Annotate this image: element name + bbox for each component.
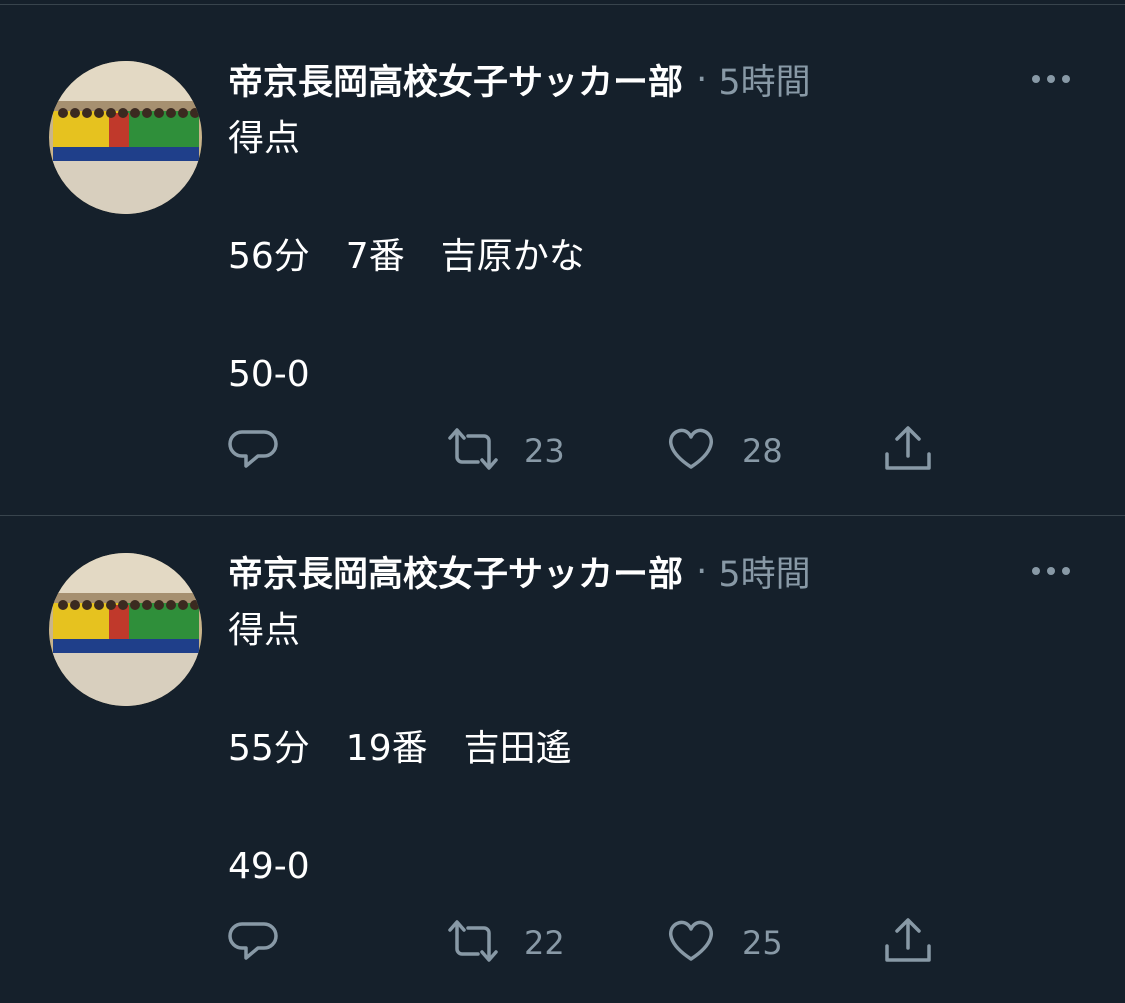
tweet[interactable]: 帝京長岡高校女子サッカー部 · 5時間 得点 56分 7番 吉原かな 50-0 xyxy=(0,0,1125,500)
tweet-text-line: 55分 19番 吉田遙 xyxy=(228,728,572,769)
more-icon xyxy=(1032,75,1070,83)
display-name[interactable]: 帝京長岡高校女子サッカー部 xyxy=(228,63,683,103)
tweet-text-line: 50-0 xyxy=(228,354,310,395)
tweet-text-line: 得点 xyxy=(228,118,301,159)
retweet-count: 22 xyxy=(524,924,565,962)
more-icon xyxy=(1032,567,1070,575)
avatar[interactable] xyxy=(49,553,202,706)
tweet-text-line: 得点 xyxy=(228,610,301,651)
like-icon xyxy=(668,428,714,469)
tweet-feed: 帝京長岡高校女子サッカー部 · 5時間 得点 56分 7番 吉原かな 50-0 xyxy=(0,0,1125,1003)
like-button[interactable]: 25 xyxy=(664,916,804,966)
retweet-count: 23 xyxy=(524,432,565,470)
tweet-text-line: 56分 7番 吉原かな xyxy=(228,236,585,277)
reply-icon xyxy=(228,922,278,960)
retweet-icon xyxy=(448,920,498,962)
reply-button[interactable] xyxy=(228,424,288,474)
like-button[interactable]: 28 xyxy=(664,424,804,474)
share-icon xyxy=(885,918,931,962)
display-name[interactable]: 帝京長岡高校女子サッカー部 xyxy=(228,555,683,595)
timestamp[interactable]: 5時間 xyxy=(718,555,810,595)
like-count: 28 xyxy=(742,432,783,470)
separator-dot: · xyxy=(696,59,708,100)
avatar[interactable] xyxy=(49,61,202,214)
reply-icon xyxy=(228,430,278,468)
tweet-header: 帝京長岡高校女子サッカー部 · 5時間 xyxy=(228,546,811,596)
share-button[interactable] xyxy=(882,424,942,474)
tweet-text-line: 49-0 xyxy=(228,846,310,887)
like-count: 25 xyxy=(742,924,783,962)
retweet-button[interactable]: 22 xyxy=(444,916,584,966)
share-icon xyxy=(885,426,931,470)
separator-dot: · xyxy=(696,551,708,592)
more-button[interactable] xyxy=(1024,556,1078,586)
tweet[interactable]: 帝京長岡高校女子サッカー部 · 5時間 得点 55分 19番 吉田遙 49-0 xyxy=(0,492,1125,992)
timestamp[interactable]: 5時間 xyxy=(718,63,810,103)
reply-button[interactable] xyxy=(228,916,288,966)
retweet-icon xyxy=(448,428,498,470)
retweet-button[interactable]: 23 xyxy=(444,424,584,474)
like-icon xyxy=(668,920,714,961)
tweet-header: 帝京長岡高校女子サッカー部 · 5時間 xyxy=(228,54,811,104)
share-button[interactable] xyxy=(882,916,942,966)
more-button[interactable] xyxy=(1024,64,1078,94)
